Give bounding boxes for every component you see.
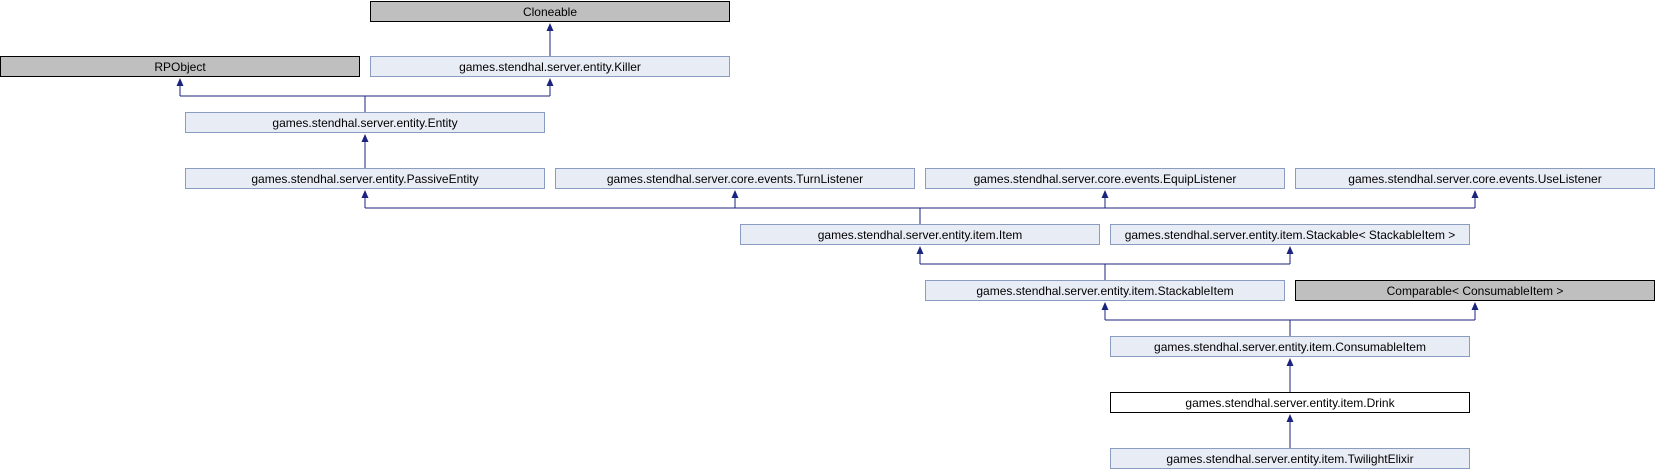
arrowhead-cloneable xyxy=(546,23,554,31)
arrowhead-killer xyxy=(546,78,554,86)
arrowhead-rpobject xyxy=(176,78,184,86)
node-item[interactable]: games.stendhal.server.entity.item.Item xyxy=(740,224,1100,245)
arrowhead-passive-entity xyxy=(361,190,369,198)
node-consumable-item[interactable]: games.stendhal.server.entity.item.Consum… xyxy=(1110,336,1470,357)
node-rpobject: RPObject xyxy=(0,56,360,77)
node-killer[interactable]: games.stendhal.server.entity.Killer xyxy=(370,56,730,77)
node-equip-listener[interactable]: games.stendhal.server.core.events.EquipL… xyxy=(925,168,1285,189)
arrowhead-consumable-item xyxy=(1286,358,1294,366)
node-comparable: Comparable< ConsumableItem > xyxy=(1295,280,1655,301)
arrowhead-comparable xyxy=(1471,302,1479,310)
arrowhead-use-listener xyxy=(1471,190,1479,198)
arrowhead-item xyxy=(916,246,924,254)
arrowhead-stackable-item xyxy=(1101,302,1109,310)
arrowhead-drink xyxy=(1286,414,1294,422)
node-twilight-elixir[interactable]: games.stendhal.server.entity.item.Twilig… xyxy=(1110,448,1470,469)
node-cloneable: Cloneable xyxy=(370,1,730,22)
node-use-listener[interactable]: games.stendhal.server.core.events.UseLis… xyxy=(1295,168,1655,189)
arrowhead-turn-listener xyxy=(731,190,739,198)
inheritance-diagram: Cloneable RPObject games.stendhal.server… xyxy=(0,0,1655,472)
arrowhead-equip-listener xyxy=(1101,190,1109,198)
node-drink: games.stendhal.server.entity.item.Drink xyxy=(1110,392,1470,413)
node-stackable-item[interactable]: games.stendhal.server.entity.item.Stacka… xyxy=(925,280,1285,301)
node-stackable[interactable]: games.stendhal.server.entity.item.Stacka… xyxy=(1110,224,1470,245)
node-turn-listener[interactable]: games.stendhal.server.core.events.TurnLi… xyxy=(555,168,915,189)
node-entity[interactable]: games.stendhal.server.entity.Entity xyxy=(185,112,545,133)
arrowhead-entity xyxy=(361,134,369,142)
arrowhead-stackable xyxy=(1286,246,1294,254)
node-passive-entity[interactable]: games.stendhal.server.entity.PassiveEnti… xyxy=(185,168,545,189)
